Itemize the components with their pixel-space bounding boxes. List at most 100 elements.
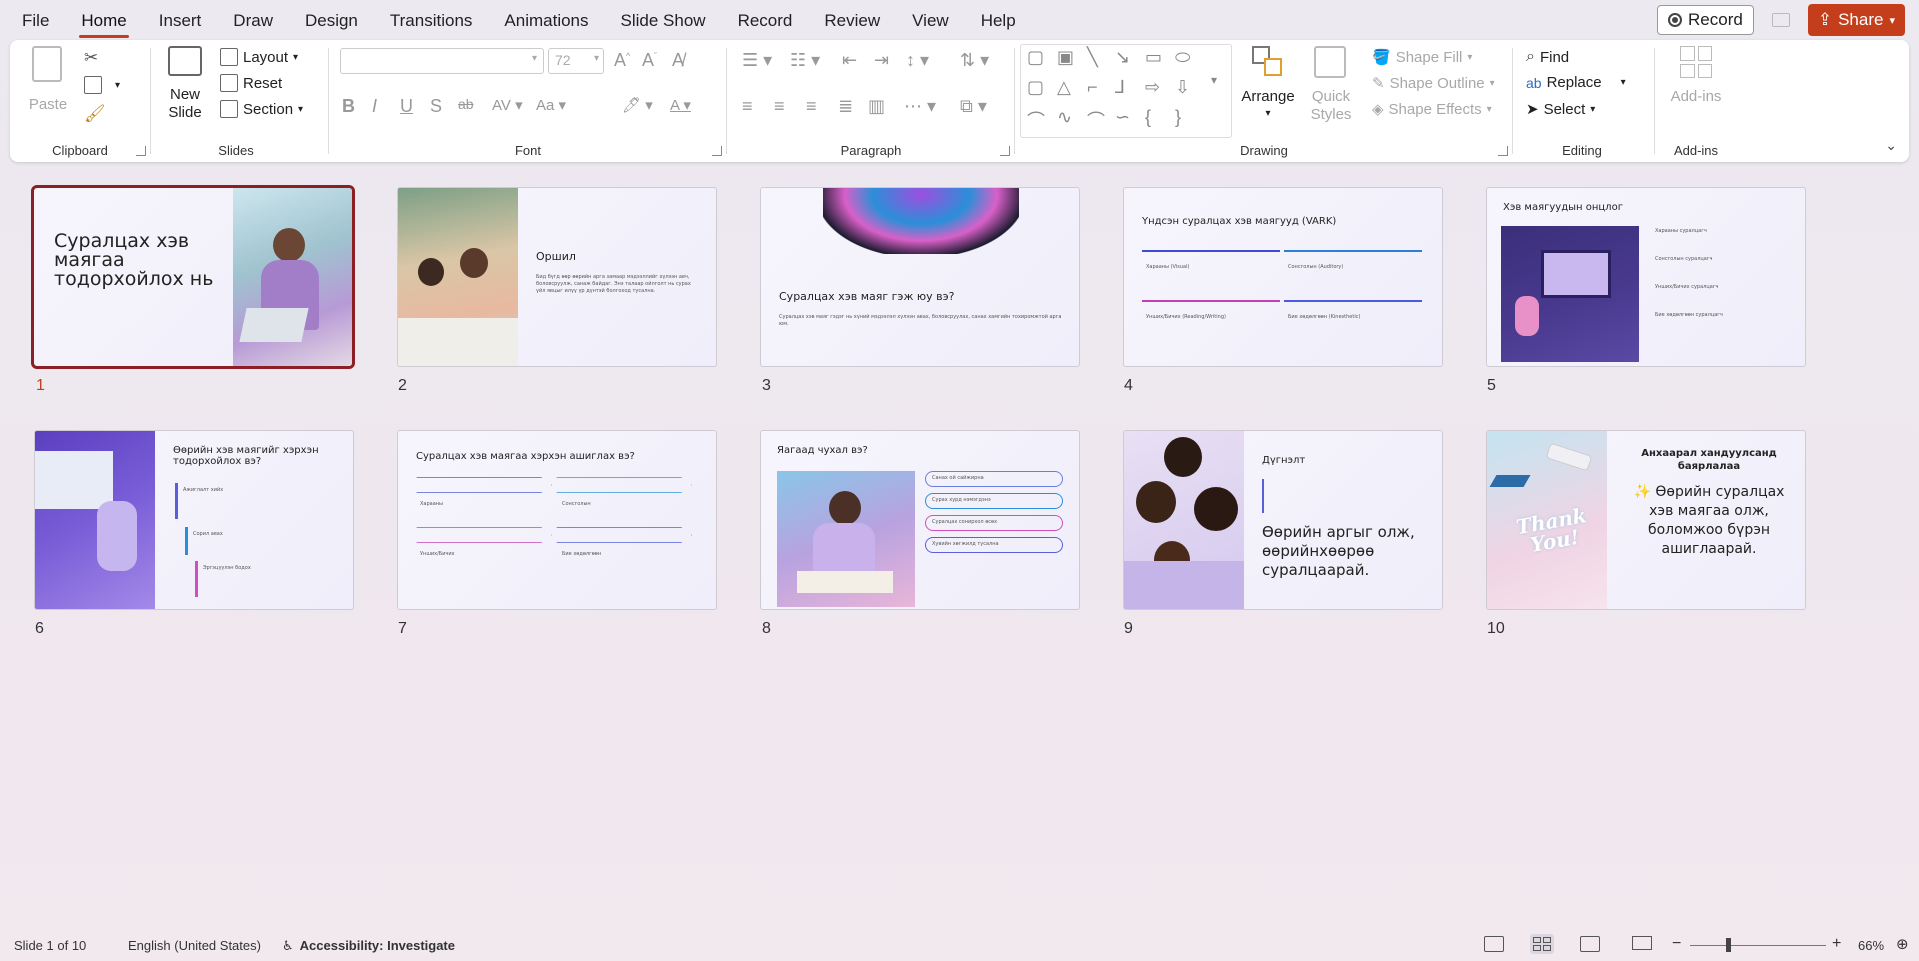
replace-icon: ab: [1526, 74, 1542, 91]
accessibility-button[interactable]: ♿ Accessibility: Investigate: [282, 938, 455, 954]
slide-thumbnail-9[interactable]: Дүгнэлт Өөрийн аргыг олж, өөрийнхөөрөө с…: [1123, 430, 1443, 610]
share-button[interactable]: ⇪ Share ▾: [1807, 4, 1905, 36]
highlight-icon[interactable]: 🖊 ▾: [622, 96, 653, 114]
tab-review[interactable]: Review: [808, 0, 896, 40]
tab-record[interactable]: Record: [722, 0, 809, 40]
slide-thumbnail-5[interactable]: Хэв маягуудын онцлог Харааны суралцагч С…: [1486, 187, 1806, 367]
quick-styles-label-1: Quick: [1311, 88, 1351, 105]
slide-thumbnail-2[interactable]: Оршил Бид бүгд өөр өөрийн арга замаар мэ…: [397, 187, 717, 367]
shapes-gallery[interactable]: ▢ ▣ ╲ ↘ ▭ ⬭ ▢ △ ⌐ ⅃ ⇨ ⇩ ⌒ ∿ ⌒ ∽ { } ▾: [1020, 44, 1232, 138]
timeline-line: [1284, 250, 1422, 252]
addins-icon: [1680, 46, 1712, 78]
tab-file[interactable]: File: [0, 0, 65, 40]
arrange-button[interactable]: Arrange ▾: [1240, 44, 1296, 130]
zoom-slider[interactable]: [1690, 938, 1826, 952]
reading-view-icon[interactable]: [1580, 936, 1600, 952]
decrease-indent-icon[interactable]: ⇤: [842, 50, 857, 71]
increase-indent-icon[interactable]: ⇥: [874, 50, 889, 71]
text-direction-icon[interactable]: ⇅ ▾: [960, 50, 989, 71]
tab-home[interactable]: Home: [65, 0, 142, 40]
slide-thumbnail-4[interactable]: Үндсэн суралцах хэв маягууд (VARK) Хараа…: [1123, 187, 1443, 367]
clear-formatting-icon[interactable]: A̸: [672, 50, 684, 71]
tab-insert[interactable]: Insert: [143, 0, 218, 40]
slideshow-view-icon[interactable]: [1632, 936, 1652, 950]
tab-help[interactable]: Help: [965, 0, 1032, 40]
align-left-icon[interactable]: ≡: [742, 96, 753, 117]
font-size-combo[interactable]: 72 ▾: [548, 48, 604, 74]
align-text-icon[interactable]: ⋯ ▾: [904, 96, 936, 117]
clipboard-launcher[interactable]: [136, 146, 146, 156]
paste-button[interactable]: Paste: [28, 46, 68, 124]
shadow-icon[interactable]: S: [430, 96, 442, 117]
justify-icon[interactable]: ≣: [838, 96, 853, 117]
separator: [1654, 48, 1655, 154]
numbering-icon[interactable]: ☷ ▾: [790, 50, 820, 71]
slide-number: 3: [762, 377, 771, 394]
slide-thumbnail-8[interactable]: Яагаад чухал вэ? Санах ой сайжирна Сурах…: [760, 430, 1080, 610]
bullets-icon[interactable]: ☰ ▾: [742, 50, 772, 71]
tab-design[interactable]: Design: [289, 0, 374, 40]
zoom-slider-thumb[interactable]: [1726, 938, 1731, 952]
slide-thumbnail-7[interactable]: Суралцах хэв маягаа хэрхэн ашиглах вэ? Х…: [397, 430, 717, 610]
align-center-icon[interactable]: ≡: [774, 96, 785, 117]
slide-sorter-view-icon[interactable]: [1530, 934, 1554, 954]
tab-view[interactable]: View: [896, 0, 965, 40]
zoom-level[interactable]: 66%: [1858, 938, 1884, 953]
gallery-more-icon[interactable]: ▾: [1211, 73, 1217, 87]
zoom-in-button[interactable]: +: [1832, 935, 1841, 953]
smartart-icon[interactable]: ⧉ ▾: [960, 96, 987, 117]
find-button[interactable]: ⌕ Find: [1526, 48, 1569, 66]
reset-button[interactable]: Reset: [220, 74, 282, 92]
font-color-icon[interactable]: A ▾: [670, 96, 691, 114]
arrange-label: Arrange: [1241, 88, 1295, 105]
font-launcher[interactable]: [712, 146, 722, 156]
zoom-out-button[interactable]: −: [1672, 935, 1681, 953]
layout-button[interactable]: Layout ▾: [220, 48, 298, 66]
record-button[interactable]: Record: [1657, 5, 1754, 35]
underline-icon[interactable]: U: [400, 96, 413, 117]
language-indicator[interactable]: English (United States): [128, 938, 261, 953]
replace-button[interactable]: ab Replace ▾: [1526, 74, 1626, 91]
slide-thumbnail-3[interactable]: Суралцах хэв маяг гэж юу вэ? Суралцах хэ…: [760, 187, 1080, 367]
usage-item: Бие хөдөлгөөн: [562, 551, 602, 557]
slide-thumbnail-10[interactable]: Thank You! Анхаарал хандуулсанд баярлала…: [1486, 430, 1806, 610]
shape-outline-button[interactable]: ✎ Shape Outline ▾: [1372, 74, 1495, 93]
format-painter-button[interactable]: 🖌: [84, 104, 106, 124]
elbow-connector-icon: ⌐: [1087, 77, 1098, 97]
change-case-icon[interactable]: Aa ▾: [536, 96, 566, 114]
character-spacing-icon[interactable]: AV ▾: [492, 96, 523, 114]
notes-view-icon[interactable]: [1484, 936, 1504, 952]
copy-button[interactable]: ▾: [84, 76, 120, 94]
section-button[interactable]: Section ▾: [220, 100, 303, 118]
record-label: Record: [1688, 10, 1743, 29]
fit-to-window-icon[interactable]: ⊕: [1896, 935, 1909, 953]
slide-number: 8: [762, 620, 771, 637]
decrease-font-icon[interactable]: Aˇ: [642, 50, 657, 71]
slide-thumbnail-1[interactable]: Суралцах хэв маягаа тодорхойлох нь: [31, 185, 355, 369]
increase-font-icon[interactable]: A^: [614, 50, 630, 71]
shape-effects-button[interactable]: ◈ Shape Effects ▾: [1372, 100, 1492, 119]
drawing-launcher[interactable]: [1498, 146, 1508, 156]
conclusion-quote: Өөрийн аргыг олж, өөрийнхөөрөө суралцаар…: [1262, 523, 1415, 579]
slide-thumbnail-6[interactable]: Өөрийн хэв маягийг хэрхэн тодорхойлох вэ…: [34, 430, 354, 610]
bold-icon[interactable]: B: [342, 96, 355, 117]
paragraph-launcher[interactable]: [1000, 146, 1010, 156]
cut-button[interactable]: ✂: [84, 48, 98, 68]
columns-icon[interactable]: ▥: [868, 96, 885, 117]
font-name-combo[interactable]: ▾: [340, 48, 544, 74]
quick-styles-button[interactable]: Quick Styles: [1304, 44, 1358, 130]
comments-button[interactable]: [1764, 5, 1798, 35]
collapse-ribbon-icon[interactable]: ⌄: [1885, 137, 1897, 154]
italic-icon[interactable]: I: [372, 96, 377, 117]
align-right-icon[interactable]: ≡: [806, 96, 817, 117]
strikethrough-icon[interactable]: ab: [458, 96, 474, 112]
addins-button[interactable]: Add-ins: [1662, 44, 1730, 124]
select-button[interactable]: ➤ Select ▾: [1526, 100, 1595, 119]
tab-animations[interactable]: Animations: [488, 0, 604, 40]
tab-draw[interactable]: Draw: [217, 0, 289, 40]
tab-transitions[interactable]: Transitions: [374, 0, 489, 40]
line-spacing-icon[interactable]: ↕ ▾: [906, 50, 929, 71]
tab-slide-show[interactable]: Slide Show: [605, 0, 722, 40]
shape-fill-button[interactable]: 🪣 Shape Fill ▾: [1372, 48, 1472, 67]
new-slide-button[interactable]: New Slide: [160, 44, 210, 128]
